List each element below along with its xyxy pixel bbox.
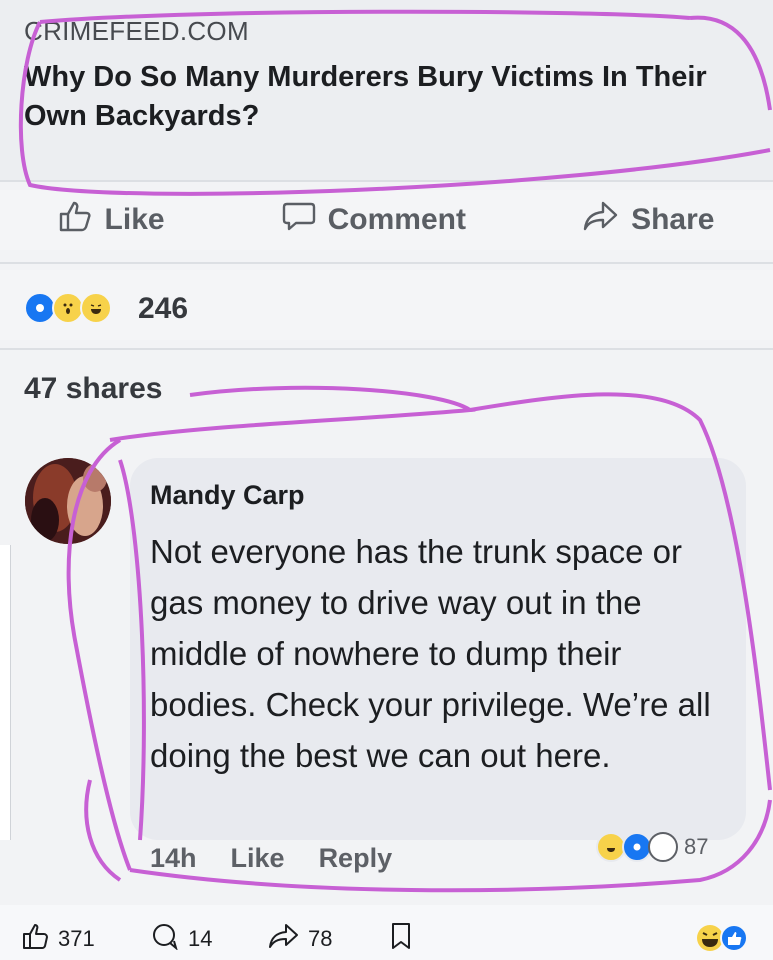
bottom-like-count: 371 [58,926,95,951]
avatar[interactable] [25,458,111,544]
haha-reaction-icon [80,292,112,324]
comment-time[interactable]: 14h [150,843,197,874]
share-arrow-icon [268,922,300,956]
bottom-comment-button[interactable]: 14 [150,922,212,956]
divider [0,262,773,264]
bottom-share-count: 78 [308,926,333,951]
comment-bubble-icon [150,922,180,956]
bottom-share-button[interactable]: 78 [268,922,332,956]
comment-text: Not everyone has the trunk space or gas … [150,533,711,774]
reaction-icons[interactable] [24,292,112,324]
comment-reactions[interactable]: 87 [596,832,708,862]
comment-like-button[interactable]: Like [231,843,285,874]
like-reaction-icon [720,924,748,958]
share-label: Share [631,203,715,236]
reactions-row [0,270,773,340]
side-fragment [0,545,11,840]
link-source: CRIMEFEED.COM [24,16,249,46]
divider [0,180,773,182]
post-actions-bar: Like Comment Share [0,190,773,250]
bottom-like-button[interactable]: 371 [22,922,95,956]
comment-meta: 14h Like Reply [150,843,392,874]
comment-author[interactable]: Mandy Carp [150,480,305,511]
bottom-reactions[interactable] [696,924,748,958]
share-arrow-icon [583,200,619,240]
comment-reaction-count: 87 [684,834,709,859]
link-preview-card[interactable]: CRIMEFEED.COM Why Do So Many Murderers B… [0,0,773,180]
link-title[interactable]: Why Do So Many Murderers Bury Victims In… [24,58,764,136]
like-button[interactable]: Like [59,200,165,240]
share-button[interactable]: Share [583,200,714,240]
thumbs-up-icon [59,200,93,240]
bookmark-button[interactable] [390,922,412,956]
divider [0,348,773,350]
comment-bubble-icon [282,200,316,240]
bottom-comment-count: 14 [188,926,213,951]
bottom-bar [0,905,773,960]
comment-label: Comment [327,203,466,236]
comment-button[interactable]: Comment [282,200,466,240]
comment-reply-button[interactable]: Reply [319,843,393,874]
like-label: Like [104,203,165,236]
reaction-count[interactable]: 246 [138,292,188,326]
bookmark-icon [390,922,412,956]
shares-count[interactable]: 47 shares [24,372,162,406]
thumbs-up-icon [22,922,50,956]
reaction-outline-icon [648,832,678,862]
